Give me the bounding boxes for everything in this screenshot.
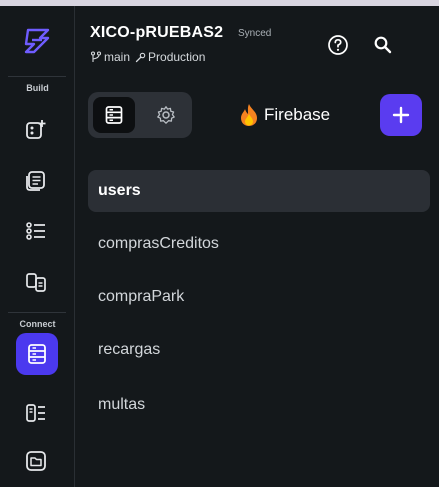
collection-item-recargas[interactable]: recargas [88,329,430,371]
branch-info[interactable]: main Production [90,50,205,64]
rail-item-widget-tree[interactable] [14,209,58,253]
sync-status: Synced [238,28,272,39]
pages-icon [26,171,45,191]
rail-divider [8,76,66,77]
rail-item-components[interactable] [14,260,58,304]
search-button[interactable] [368,30,398,60]
rail-section-connect: Connect [19,319,56,329]
help-button[interactable] [323,30,353,60]
search-icon [374,36,392,54]
flutterflow-logo-icon[interactable] [20,24,54,58]
rail-divider [8,312,66,313]
project-header: XICO-pRUEBAS2 Synced main Production [75,6,439,78]
rail-section-build: Build [26,83,49,93]
rail-item-api-calls[interactable] [14,391,58,435]
collection-item-comprascreditos[interactable]: comprasCreditos [88,223,430,265]
api-icon [26,404,45,422]
rail-item-pages[interactable] [14,158,58,202]
firestore-toolbar: Firebase [88,92,430,138]
rail-item-add-widget[interactable] [14,107,58,151]
list-icon [26,222,45,240]
collections-view-button[interactable] [93,97,135,133]
collection-item-users[interactable]: users [88,170,430,212]
project-name[interactable]: XICO-pRUEBAS2 [90,24,223,42]
rail-item-firestore[interactable] [16,333,58,375]
branch-icon [90,51,102,63]
gear-icon [157,106,175,124]
firestore-settings-button[interactable] [145,97,187,133]
firebase-flame-icon [241,104,257,126]
nav-rail: Build Connect [0,6,75,487]
environment-name: Production [148,50,206,64]
plus-icon [392,106,410,124]
storage-icon [26,451,46,471]
wrench-icon [135,52,146,63]
firebase-label: Firebase [264,105,331,124]
collection-item-multas[interactable]: multas [88,384,430,426]
database-icon [105,106,123,124]
view-toggle [88,92,192,138]
branch-name: main [104,50,131,64]
rail-item-storage[interactable] [14,439,58,483]
collection-item-comprapark[interactable]: compraPark [88,276,430,318]
help-icon [328,35,348,55]
firebase-badge: Firebase [240,102,330,128]
database-icon [28,344,46,364]
add-collection-button[interactable] [380,94,422,136]
components-icon [26,273,46,292]
add-widget-icon [26,120,46,139]
